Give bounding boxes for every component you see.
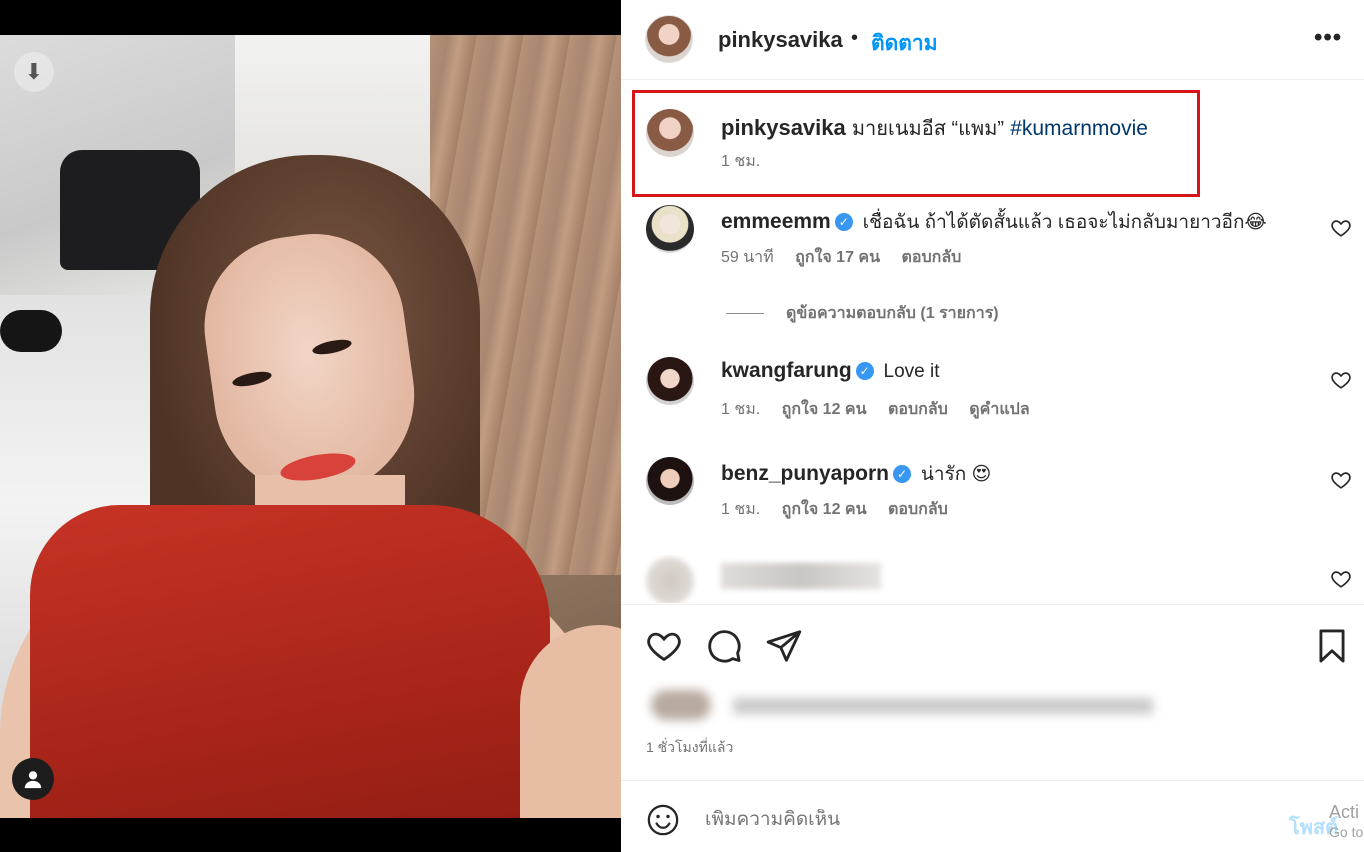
post-media[interactable]: ⬇ [0,0,621,852]
view-replies-label: ดูข้อความตอบกลับ (1 รายการ) [786,305,999,322]
send-icon[interactable] [765,627,803,665]
comment-likes[interactable]: ถูกใจ 12 คน [782,501,867,518]
reply-button[interactable]: ตอบกลับ [888,401,948,418]
comment-avatar[interactable] [646,557,694,603]
comment-avatar[interactable] [646,357,694,405]
separator-dot: • [851,27,859,49]
comment-like-heart-icon[interactable] [1330,568,1352,590]
comment-item: kwangfarung ✓ Love it 1 ชม. ถูกใจ 12 คน ต… [621,357,1364,427]
comment-username[interactable]: emmeemm [721,210,831,233]
comment-avatar[interactable] [646,457,694,505]
view-replies-button[interactable]: ดูข้อความตอบกลับ (1 รายการ) [726,301,999,326]
follow-button[interactable]: ติดตาม [871,27,938,60]
reply-button[interactable]: ตอบกลับ [902,249,962,266]
header-username[interactable]: pinkysavika [718,27,843,53]
comment-time[interactable]: 1 ชม. [721,501,760,518]
comment-likes[interactable]: ถูกใจ 17 คน [795,249,880,266]
reply-button[interactable]: ตอบกลับ [888,501,948,518]
comment-like-heart-icon[interactable] [1330,217,1352,239]
post-header: pinkysavika • ติดตาม ••• [621,0,1364,80]
comment-time[interactable]: 1 ชม. [721,401,760,418]
caption-avatar[interactable] [646,109,694,157]
activate-windows-watermark: Acti Go to [1329,802,1363,842]
watermark-line2: Go to [1329,824,1364,840]
download-icon[interactable]: ⬇ [14,52,54,92]
post-photo[interactable] [0,35,621,818]
blurred-comment-content [721,563,881,589]
comment-text: เชื่อฉัน ถ้าได้ตัดสั้นแล้ว เธอจะไม่กลับม… [862,212,1267,233]
verified-badge-icon: ✓ [834,213,853,231]
translate-button[interactable]: ดูคำแปล [969,401,1029,418]
comment-like-heart-icon[interactable] [1330,469,1352,491]
caption: pinkysavika มายเนมอีส “แพม” #kumarnmovie [721,112,1148,144]
verified-badge-icon: ✓ [855,362,874,380]
emoji-icon[interactable] [646,803,680,837]
comment-item: emmeemm ✓ เชื่อฉัน ถ้าได้ตัดสั้นแล้ว เธอจ… [621,205,1364,275]
caption-hashtag[interactable]: #kumarnmovie [1010,117,1148,140]
caption-username[interactable]: pinkysavika [721,115,846,140]
comment-text: Love it [883,361,940,382]
comment-icon[interactable] [705,627,743,665]
comment-username[interactable]: kwangfarung [721,359,852,382]
comment-username[interactable]: benz_punyaporn [721,462,889,485]
more-options-icon[interactable]: ••• [1314,24,1342,52]
post-side-panel: pinkysavika • ติดตาม ••• pinkysavika มาย… [621,0,1364,852]
likes-summary-blurred [643,686,1163,726]
avatar[interactable] [645,15,693,63]
post-timestamp[interactable]: 1 ชั่วโมงที่แล้ว [646,737,733,759]
heart-icon[interactable] [645,627,683,665]
comment-item-blurred [621,555,1364,603]
comment-text: น่ารัก 😍 [920,464,992,485]
caption-time[interactable]: 1 ชม. [721,149,760,174]
post-action-bar [621,604,1364,684]
caption-text: มายเนมอีส “แพม” [851,118,1005,140]
comment-like-heart-icon[interactable] [1330,369,1352,391]
watermark-line1: Acti [1329,802,1360,822]
comment-time[interactable]: 59 นาที [721,249,774,266]
add-comment-bar: โพสต์ [621,780,1364,852]
comment-likes[interactable]: ถูกใจ 12 คน [782,401,867,418]
verified-badge-icon: ✓ [893,465,912,483]
tagged-user-icon[interactable] [12,758,54,800]
comment-input[interactable] [705,809,1265,831]
bookmark-icon[interactable] [1313,627,1351,665]
comment-avatar[interactable] [646,205,694,253]
comment-item: benz_punyaporn ✓ น่ารัก 😍 1 ชม. ถูกใจ 12 … [621,457,1364,527]
